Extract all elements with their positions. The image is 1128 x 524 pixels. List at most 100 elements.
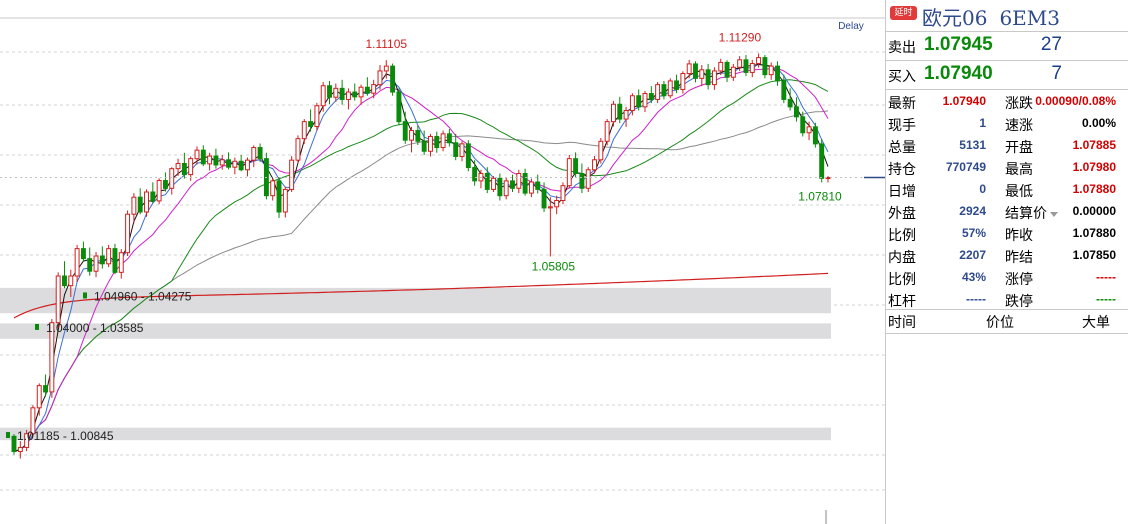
stat-right-label: 最低 [1005,184,1033,200]
candle-body [680,73,686,90]
candle [484,167,490,194]
ask-volume: 27 [1040,34,1062,55]
candle [162,172,168,192]
candle [598,137,604,164]
candle-body [327,85,332,98]
candle [87,247,93,276]
candle-body [705,69,711,86]
stat-left-label: 总量 [888,140,916,156]
quote-header: 延时 欧元06 6EM3 [886,0,1128,32]
candle-body [301,121,307,140]
candlestick-chart[interactable]: Delay 1.11105 1.11290 1.05805 1.07810 1.04960… [0,0,885,524]
candle-body [282,188,288,213]
candle-body [554,200,560,208]
candle-body [661,84,667,97]
candle [62,261,67,289]
candle-body [396,91,402,123]
zone-label: 1.04960 - 1.04275 [94,289,192,303]
candle [245,157,250,177]
bid-price: 1.07940 [924,63,993,84]
candle [573,152,579,178]
candle-body [579,172,585,189]
stat-left-value: 770749 [945,160,986,174]
candle [339,79,345,105]
candle-body [131,196,137,215]
candle-body [465,143,471,169]
stat-right-value: ----- [1096,292,1116,306]
candle-body [345,91,351,100]
candle [352,83,358,101]
candle [169,167,175,195]
candle-body [642,93,648,108]
candle [516,169,522,194]
candle-body [118,252,124,273]
candle [724,60,730,83]
stat-left-label: 最新 [888,96,916,112]
candle [36,383,42,416]
candle-body [522,172,528,194]
candle [775,61,780,86]
bid-row[interactable]: 买入 1.07940 7 [886,61,1128,90]
zone-label: 1.01185 - 1.00845 [17,429,114,443]
candle-body [402,121,408,141]
candle-body [333,87,339,98]
stat-row: 最新 1.07940 涨跌 0.00090/0.08% [886,90,1128,112]
candle-body [793,106,799,118]
candle [819,139,825,183]
stat-right-value: 0.00% [1081,116,1116,130]
candle-body [207,155,213,165]
candle-body [434,135,440,149]
candle-body [667,80,673,97]
candle-body [188,158,194,176]
moving-average-lines [13,63,829,452]
chevron-down-icon[interactable] [1050,211,1058,217]
candle [396,88,402,126]
candle-body [497,177,503,197]
stat-row: 持仓 770749 最高 1.07980 [886,156,1128,178]
candle [345,88,351,110]
candle-body [472,167,478,182]
high-annotation-left: 1.11105 [365,37,407,51]
candle [604,119,610,146]
chart-gridlines [0,17,885,491]
candle-body [74,248,80,277]
chart-annotations: Delay 1.11105 1.11290 1.05805 1.07810 1.04960… [0,21,885,524]
candle-body [693,63,698,79]
candle-body [358,86,364,98]
candle-body [200,149,206,165]
ask-row[interactable]: 卖出 1.07945 27 [886,32,1128,61]
stat-left-label: 杠杆 [888,294,916,310]
candle-body [106,248,112,265]
delay-badge: 延时 [890,6,917,20]
instrument-symbol: 6EM3 [999,6,1060,30]
candle-body [156,180,162,202]
candle-body [219,159,225,166]
candle [623,106,629,127]
candle [181,152,187,179]
candle-body [377,70,383,86]
stat-right-value: 1.07880 [1072,226,1116,240]
candle [213,148,219,169]
candle-body [560,185,566,202]
candle [200,145,206,167]
price-zones [0,287,831,441]
stat-right-label: 开盘 [1005,140,1033,156]
candle [762,55,768,79]
delay-label: Delay [838,21,864,32]
candle [636,89,642,111]
stat-right-value: 1.07980 [1072,160,1116,174]
candle [251,145,257,168]
stat-left-label: 现手 [888,118,916,134]
candle-body [11,435,17,452]
candle-body [585,169,591,189]
candle [825,176,831,183]
candlestick-chart-area[interactable]: Delay 1.11105 1.11290 1.05805 1.07810 1.04960… [0,0,885,524]
candle [579,163,585,194]
candle-body [762,57,768,76]
candle [55,272,61,328]
stat-left-value: 43% [961,270,986,284]
candle [522,168,528,196]
candle [137,188,143,215]
stat-row: 比例 43% 涨停 ----- [886,266,1128,288]
ask-label: 卖出 [888,40,916,56]
